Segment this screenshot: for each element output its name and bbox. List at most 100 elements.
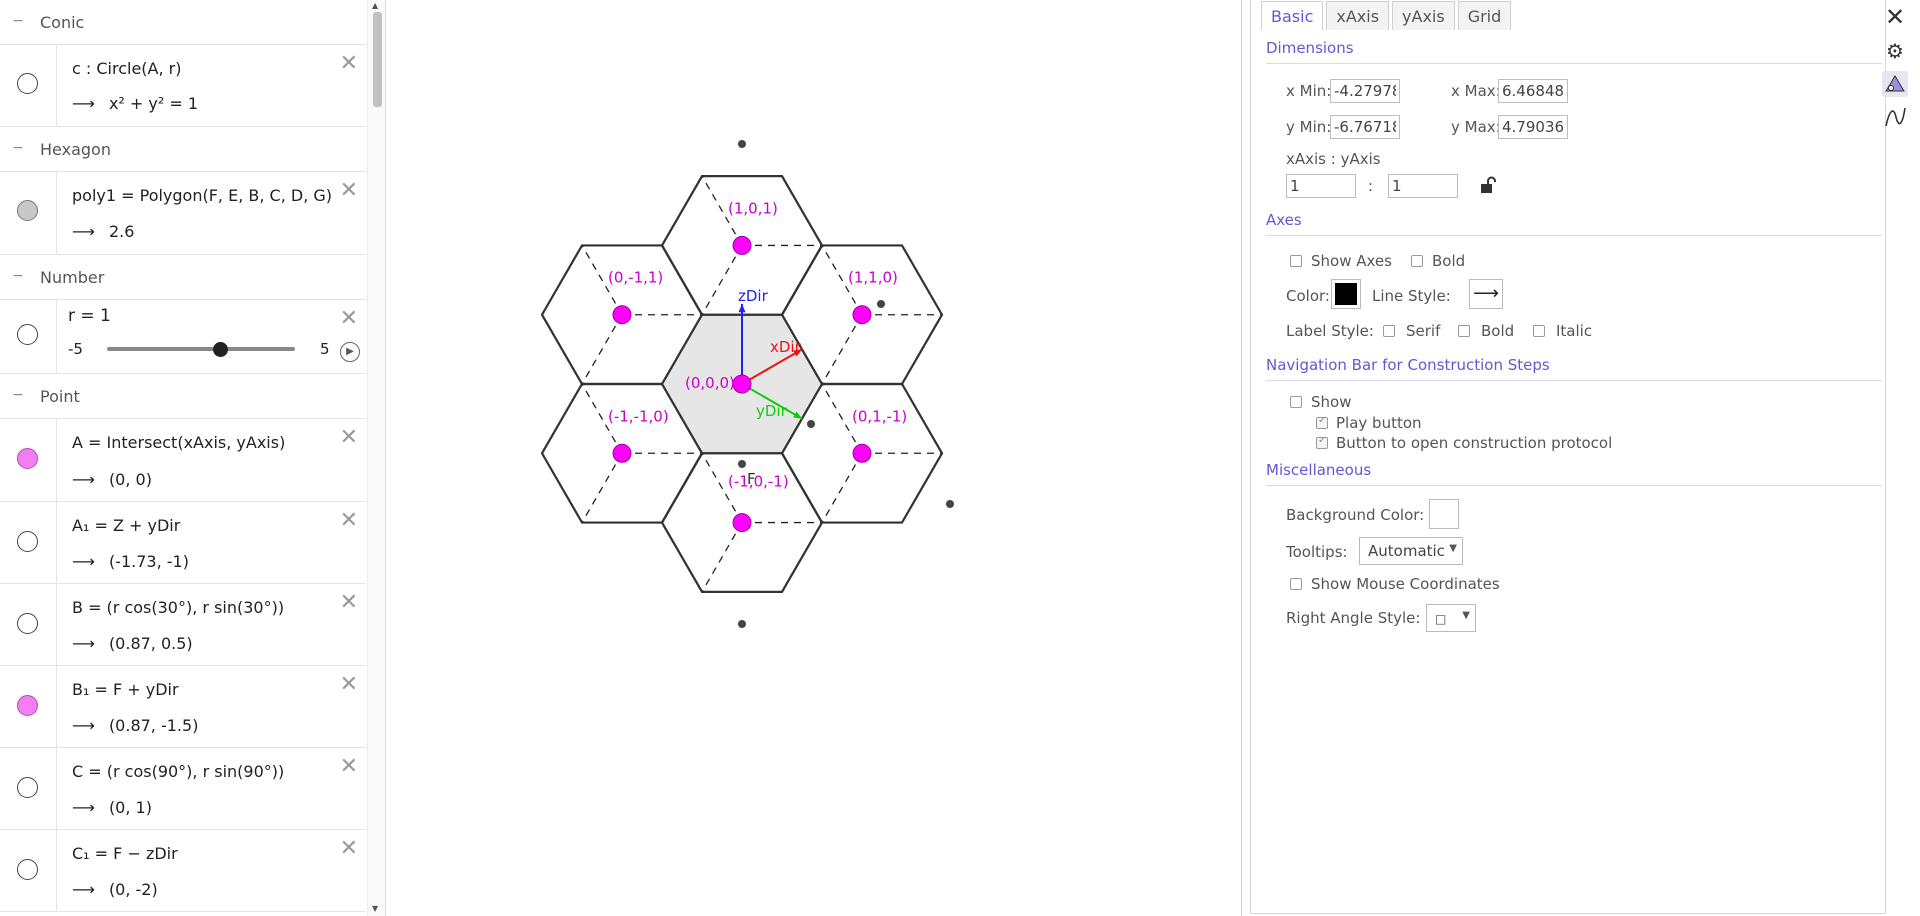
bold-checkbox[interactable] (1411, 255, 1423, 267)
show-navbar-checkbox[interactable] (1290, 396, 1302, 408)
algebra-item-A[interactable]: A = Intersect(xAxis, yAxis) ⟶ (0, 0) ✕ (0, 419, 366, 502)
ymin-label: y Min: (1286, 118, 1332, 136)
protocol-button-checkbox[interactable] (1316, 435, 1328, 449)
delete-icon[interactable]: ✕ (340, 427, 358, 449)
serif-checkbox[interactable] (1383, 325, 1395, 337)
group-header-hexagon[interactable]: − Hexagon (0, 127, 366, 172)
scroll-down-icon[interactable]: ▼ (372, 904, 378, 913)
visibility-toggle[interactable] (17, 200, 38, 221)
line-style-button[interactable]: ⟶ (1469, 279, 1503, 309)
show-axes-checkbox[interactable] (1290, 255, 1302, 267)
group-title: Number (40, 268, 105, 287)
delete-icon[interactable]: ✕ (340, 592, 358, 614)
tab-yaxis[interactable]: yAxis (1392, 1, 1455, 30)
definition-text[interactable]: B₁ = F + yDir (72, 680, 179, 699)
ymax-field[interactable] (1498, 115, 1568, 139)
function-icon[interactable] (1882, 104, 1908, 130)
serif-label: Serif (1406, 322, 1441, 340)
caret-down-icon: ▼ (1449, 543, 1457, 554)
group-header-conic[interactable]: − Conic (0, 0, 366, 45)
lattice-label: (0,0,0) (685, 374, 735, 392)
slider-max-label: 5 (320, 340, 330, 358)
collapse-icon[interactable]: − (11, 269, 25, 284)
xmin-field[interactable] (1330, 79, 1400, 103)
definition-text[interactable]: poly1 = Polygon(F, E, B, C, D, G) (72, 186, 332, 205)
delete-icon[interactable]: ✕ (340, 674, 358, 696)
graphics-canvas[interactable]: zDir xDir yDir (0,0,0) (1,1,0) (1,0,1) (0,-1,1… (386, 0, 1241, 916)
delete-icon[interactable]: ✕ (340, 308, 358, 330)
gear-icon[interactable]: ⚙ (1882, 38, 1908, 64)
delete-icon[interactable]: ✕ (340, 53, 358, 75)
visibility-toggle[interactable] (17, 531, 38, 552)
collapse-icon[interactable]: − (11, 388, 25, 403)
value-line: ⟶ (0, 1) (72, 798, 152, 817)
graphics-view-icon[interactable] (1882, 71, 1908, 97)
group-header-point[interactable]: − Point (0, 374, 366, 419)
arrow-icon: ⟶ (72, 634, 95, 653)
algebra-view: − Conic c : Circle(A, r) ⟶ x² + y² = 1 ✕ … (0, 0, 386, 916)
ratio-x-field[interactable] (1286, 174, 1356, 198)
slider-knob[interactable] (212, 342, 228, 357)
tab-grid[interactable]: Grid (1457, 1, 1512, 30)
definition-text[interactable]: c : Circle(A, r) (72, 59, 181, 78)
algebra-item-A1[interactable]: A₁ = Z + yDir ⟶ (-1.73, -1) ✕ (0, 502, 366, 584)
play-button-checkbox[interactable] (1316, 415, 1328, 429)
definition-text[interactable]: B = (r cos(30°), r sin(30°)) (72, 598, 284, 617)
visibility-toggle[interactable] (17, 73, 38, 94)
play-icon[interactable]: ▶ (340, 342, 360, 362)
right-angle-select[interactable]: □ ▼ (1426, 604, 1476, 632)
tooltips-select[interactable]: Automatic ▼ (1359, 537, 1463, 565)
value-text: (0, 1) (108, 798, 152, 817)
visibility-toggle[interactable] (17, 859, 38, 880)
label-bold-checkbox[interactable] (1458, 325, 1470, 337)
visibility-toggle[interactable] (17, 777, 38, 798)
tab-bar: Basic xAxis yAxis Grid (1261, 1, 1514, 32)
italic-checkbox[interactable] (1533, 325, 1545, 337)
slider-track[interactable] (107, 347, 295, 351)
scroll-up-icon[interactable]: ▲ (372, 1, 378, 10)
delete-icon[interactable]: ✕ (340, 180, 358, 202)
axis-color-button[interactable] (1331, 279, 1361, 309)
tooltips-label: Tooltips: (1286, 543, 1348, 561)
properties-view: BasicxAxisyAxisGrid Dimensions x Min: x … (1241, 0, 1920, 916)
delete-icon[interactable]: ✕ (340, 838, 358, 860)
close-icon[interactable]: ✕ (1882, 4, 1908, 30)
algebra-scrollbar[interactable]: ▲ ▼ (367, 0, 385, 916)
definition-text[interactable]: C = (r cos(90°), r sin(90°)) (72, 762, 284, 781)
value-text: (-1.73, -1) (108, 552, 189, 571)
definition-text[interactable]: A = Intersect(xAxis, yAxis) (72, 433, 285, 452)
ratio-y-field[interactable] (1388, 174, 1458, 198)
xmax-field[interactable] (1498, 79, 1568, 103)
algebra-item-B[interactable]: B = (r cos(30°), r sin(30°)) ⟶ (0.87, 0.5… (0, 584, 366, 666)
visibility-toggle[interactable] (17, 695, 38, 716)
algebra-item-poly1[interactable]: poly1 = Polygon(F, E, B, C, D, G) ⟶ 2.6 ✕ (0, 172, 366, 255)
visibility-toggle[interactable] (17, 448, 38, 469)
visibility-toggle[interactable] (17, 324, 38, 345)
collapse-icon[interactable]: − (11, 14, 25, 29)
lattice-label: (-1,-1,0) (608, 407, 669, 425)
delete-icon[interactable]: ✕ (340, 756, 358, 778)
graphics-view[interactable]: zDir xDir yDir (0,0,0) (1,1,0) (1,0,1) (0,-1,1… (386, 0, 1241, 916)
tab-basic[interactable]: Basic (1261, 1, 1324, 30)
scrollbar-thumb[interactable] (373, 12, 382, 107)
background-color-button[interactable] (1429, 499, 1459, 529)
lattice-point (612, 305, 632, 325)
delete-icon[interactable]: ✕ (340, 510, 358, 532)
collapse-icon[interactable]: − (11, 141, 25, 156)
algebra-item-B1[interactable]: B₁ = F + yDir ⟶ (0.87, -1.5) ✕ (0, 666, 366, 748)
unlock-icon[interactable] (1480, 176, 1496, 194)
definition-text[interactable]: A₁ = Z + yDir (72, 516, 180, 535)
algebra-item-r[interactable]: r = 1 -5 5 ▶ ✕ (0, 300, 366, 374)
algebra-item-C[interactable]: C = (r cos(90°), r sin(90°)) ⟶ (0, 1) ✕ (0, 748, 366, 830)
algebra-item-C1[interactable]: C₁ = F − zDir ⟶ (0, -2) ✕ (0, 830, 366, 912)
visibility-toggle[interactable] (17, 613, 38, 634)
definition-text[interactable]: r = 1 (68, 306, 111, 326)
definition-text[interactable]: C₁ = F − zDir (72, 844, 178, 863)
tab-xaxis[interactable]: xAxis (1326, 1, 1390, 30)
algebra-item-c[interactable]: c : Circle(A, r) ⟶ x² + y² = 1 ✕ (0, 45, 366, 127)
ymin-field[interactable] (1330, 115, 1400, 139)
group-header-number[interactable]: − Number (0, 255, 366, 300)
zdir-label: zDir (738, 287, 769, 305)
mouse-coords-checkbox[interactable] (1290, 578, 1302, 590)
group-title: Conic (40, 13, 85, 32)
